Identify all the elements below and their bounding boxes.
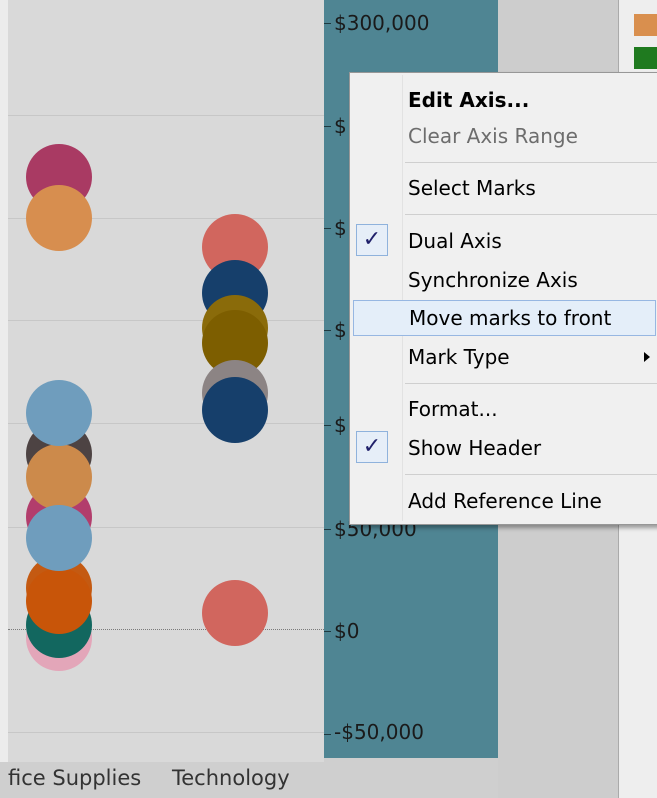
menu-item-clear-axis-range: Clear Axis Range [350,118,657,154]
data-mark[interactable] [26,505,92,571]
menu-item-label: Move marks to front [409,306,612,330]
menu-item-label: Clear Axis Range [408,124,578,148]
menu-item-label: Synchronize Axis [408,268,578,292]
axis-tick [324,425,331,426]
menu-item-label: Add Reference Line [408,489,602,513]
menu-item-show-header[interactable]: ✓ Show Header [350,430,657,466]
axis-tick [324,330,331,331]
axis-tick [324,529,331,530]
submenu-arrow-icon [644,352,650,362]
data-mark[interactable] [202,580,268,646]
menu-separator [405,383,657,384]
axis-tick-label: $ [334,318,347,342]
menu-item-format[interactable]: Format... [350,391,657,427]
context-menu: Edit Axis... Clear Axis Range Select Mar… [349,72,657,525]
menu-item-label: Format... [408,397,498,421]
axis-tick-label: $300,000 [334,11,430,35]
menu-separator [405,162,657,163]
gridline [8,115,324,116]
axis-tick-label: -$50,000 [334,720,424,744]
menu-item-move-marks-to-front[interactable]: Move marks to front [353,300,656,336]
menu-item-add-reference-line[interactable]: Add Reference Line [350,483,657,519]
menu-separator [405,214,657,215]
axis-tick-label: $0 [334,619,360,643]
gridline [8,320,324,321]
axis-tick-label: $ [334,413,347,437]
legend-swatch[interactable] [634,14,657,36]
category-label-office-supplies[interactable]: fice Supplies [8,766,141,790]
category-label-technology[interactable]: Technology [172,766,290,790]
legend-swatch[interactable] [634,47,657,69]
menu-item-label: Edit Axis... [408,88,530,112]
data-mark[interactable] [26,185,92,251]
menu-item-synchronize-axis[interactable]: Synchronize Axis [350,262,657,298]
gridline [8,732,324,733]
data-mark[interactable] [202,377,268,443]
data-mark[interactable] [26,380,92,446]
axis-tick [324,631,331,632]
menu-item-label: Mark Type [408,345,510,369]
menu-separator [405,474,657,475]
axis-tick [324,228,331,229]
axis-tick-label: $ [334,114,347,138]
axis-tick-label: $ [334,216,347,240]
menu-item-edit-axis[interactable]: Edit Axis... [350,82,657,118]
axis-tick [324,23,331,24]
check-icon: ✓ [356,224,388,256]
axis-tick [324,734,331,735]
data-mark[interactable] [26,444,92,510]
left-strip [0,0,8,762]
axis-tick [324,126,331,127]
menu-item-mark-type[interactable]: Mark Type [350,339,657,375]
menu-item-label: Dual Axis [408,229,502,253]
menu-item-label: Show Header [408,436,542,460]
menu-item-dual-axis[interactable]: ✓ Dual Axis [350,223,657,259]
menu-item-label: Select Marks [408,176,536,200]
check-icon: ✓ [356,431,388,463]
data-mark[interactable] [26,568,92,634]
menu-item-select-marks[interactable]: Select Marks [350,170,657,206]
